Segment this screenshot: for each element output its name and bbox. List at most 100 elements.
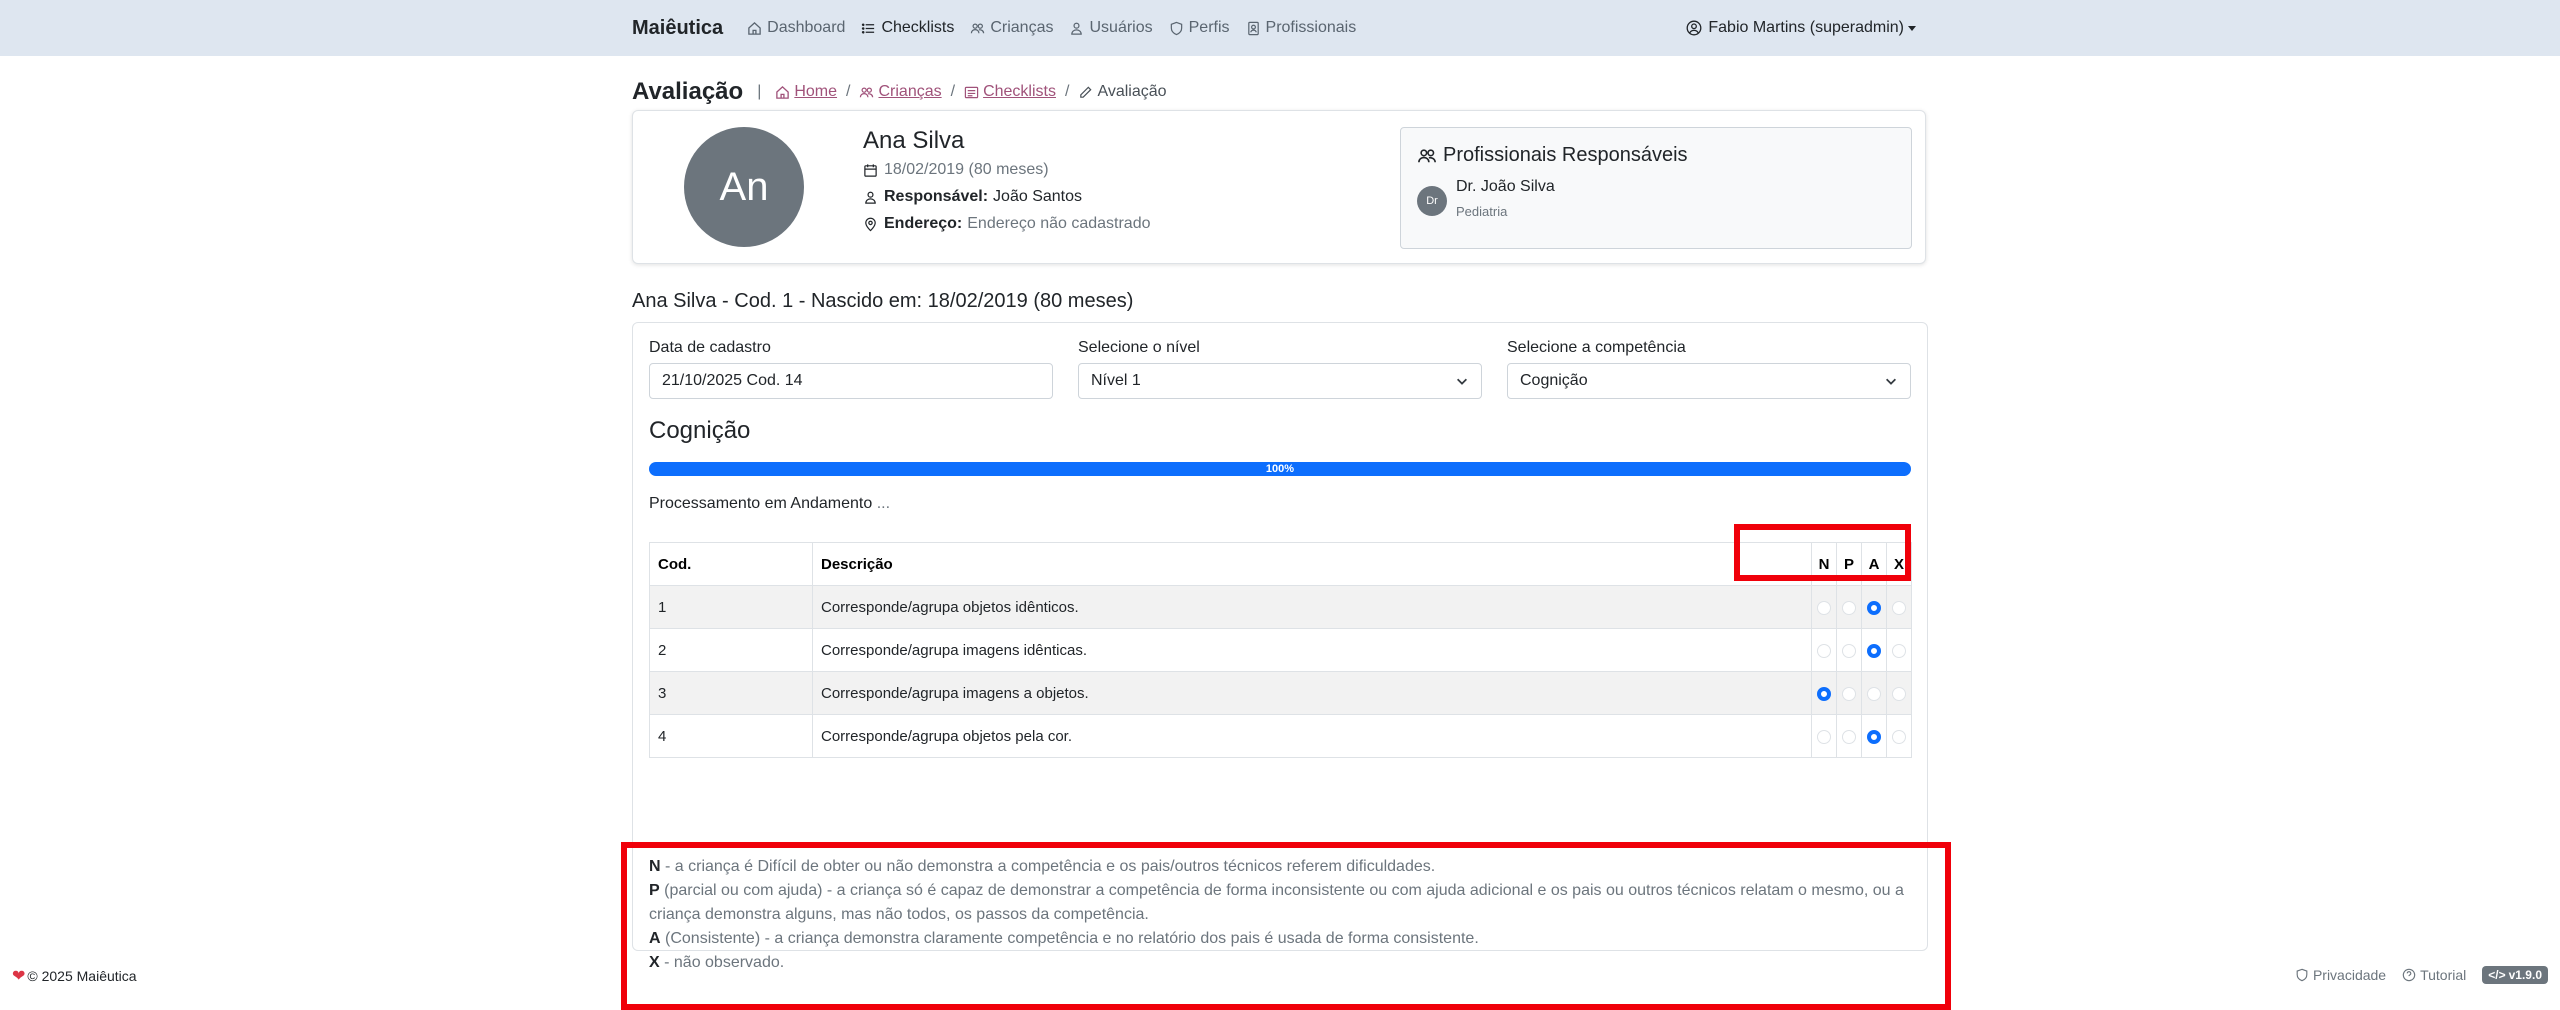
privacy-label: Privacidade bbox=[2312, 967, 2387, 983]
breadcrumb-separator: / bbox=[950, 83, 956, 100]
shield-icon bbox=[2296, 968, 2308, 982]
nav-item-usuarios[interactable]: Usuários bbox=[1069, 19, 1153, 37]
nav-item-label: Usuários bbox=[1089, 19, 1153, 36]
row-cod: 4 bbox=[649, 714, 813, 758]
responsible-value: João Santos bbox=[993, 188, 1082, 205]
child-profile-card: An Ana Silva 18/02/2019 (80 meses) Respo… bbox=[632, 110, 1926, 264]
breadcrumb-current-label: Avaliação bbox=[1097, 83, 1167, 100]
nav-item-label: Profissionais bbox=[1265, 19, 1357, 36]
title-separator: | bbox=[757, 83, 762, 100]
table-row: 1 Corresponde/agrupa objetos idênticos. bbox=[649, 585, 1912, 629]
user-menu-dropdown[interactable]: Fabio Martins (superadmin) bbox=[1686, 19, 1916, 37]
address-label: Endereço: bbox=[884, 215, 963, 232]
date-field[interactable]: 21/10/2025 Cod. 14 bbox=[649, 363, 1053, 399]
child-name: Ana Silva bbox=[863, 127, 965, 154]
table-row: 4 Corresponde/agrupa objetos pela cor. bbox=[649, 714, 1912, 758]
breadcrumb-home[interactable]: Home bbox=[775, 83, 837, 101]
table-header-row: Cod. Descrição N P A X bbox=[649, 542, 1912, 586]
record-title: Ana Silva - Cod. 1 - Nascido em: 18/02/2… bbox=[632, 290, 1134, 312]
professional-specialty: Pediatria bbox=[1456, 204, 1508, 219]
user-circle-icon bbox=[1686, 20, 1702, 36]
navbar-inner: Maiêutica Dashboard Checklists Crianças … bbox=[632, 0, 1916, 56]
avatar: Dr bbox=[1417, 186, 1447, 216]
person-icon bbox=[1071, 22, 1083, 35]
processing-text: Processamento em Andamento bbox=[649, 495, 873, 512]
checklist-table: Cod. Descrição N P A X 1 Corresponde/agr… bbox=[649, 542, 1912, 758]
level-value: Nível 1 bbox=[1091, 372, 1141, 389]
chevron-down-icon bbox=[1457, 378, 1467, 385]
footer-right: Privacidade Tutorial </> v1.9.0 bbox=[2295, 966, 2548, 984]
nav-item-perfis[interactable]: Perfis bbox=[1169, 19, 1230, 37]
nav-item-profissionais[interactable]: Profissionais bbox=[1246, 19, 1357, 37]
radio-x[interactable] bbox=[1892, 686, 1906, 701]
pencil-icon bbox=[1080, 85, 1092, 98]
home-icon bbox=[776, 85, 790, 99]
radio-p[interactable] bbox=[1842, 686, 1856, 701]
table-row: 3 Corresponde/agrupa imagens a objetos. bbox=[649, 671, 1912, 715]
radio-n[interactable] bbox=[1817, 643, 1831, 658]
radio-x[interactable] bbox=[1892, 729, 1906, 744]
radio-p[interactable] bbox=[1842, 600, 1856, 615]
page-title: Avaliação bbox=[632, 78, 744, 105]
row-desc: Corresponde/agrupa objetos pela cor. bbox=[812, 714, 1812, 758]
question-circle-icon bbox=[2402, 968, 2416, 982]
date-label: Data de cadastro bbox=[649, 339, 771, 356]
level-label: Selecione o nível bbox=[1078, 339, 1200, 356]
address-value: Endereço não cadastrado bbox=[967, 215, 1151, 232]
competence-select[interactable]: Cognição bbox=[1507, 363, 1911, 399]
checklist-body: 1 Corresponde/agrupa objetos idênticos. … bbox=[649, 585, 1912, 758]
radio-n[interactable] bbox=[1817, 600, 1831, 615]
code-icon: </> bbox=[2488, 968, 2506, 982]
privacy-link[interactable]: Privacidade bbox=[2295, 967, 2386, 983]
row-desc: Corresponde/agrupa imagens idênticas. bbox=[812, 628, 1812, 672]
breadcrumb-criancas[interactable]: Crianças bbox=[859, 83, 942, 101]
professionals-title-label: Profissionais Responsáveis bbox=[1443, 144, 1688, 166]
competence-value: Cognição bbox=[1520, 372, 1588, 389]
breadcrumb-checklists[interactable]: Checklists bbox=[964, 83, 1056, 101]
tutorial-link[interactable]: Tutorial bbox=[2402, 967, 2466, 983]
breadcrumb-separator: / bbox=[1064, 83, 1070, 100]
people-icon bbox=[860, 86, 874, 97]
responsible-label: Responsável: bbox=[884, 188, 989, 205]
table-row: 2 Corresponde/agrupa imagens idênticas. bbox=[649, 628, 1912, 672]
level-field-group: Selecione o nível Nível 1 bbox=[1078, 339, 1482, 399]
radio-n[interactable] bbox=[1817, 686, 1831, 701]
birth-date: 18/02/2019 (80 meses) bbox=[884, 161, 1049, 178]
processing-status: Processamento em Andamento ... bbox=[649, 495, 890, 513]
professionals-title: Profissionais Responsáveis bbox=[1417, 144, 1688, 167]
radio-a[interactable] bbox=[1867, 686, 1881, 701]
location-pin-icon bbox=[865, 217, 876, 231]
brand-logo[interactable]: Maiêutica bbox=[632, 17, 723, 40]
copyright: © 2025 Maiêutica bbox=[27, 968, 137, 984]
birth-date-line: 18/02/2019 (80 meses) bbox=[863, 161, 1151, 179]
radio-x[interactable] bbox=[1892, 643, 1906, 658]
badge-icon bbox=[1247, 21, 1259, 35]
nav-item-dashboard[interactable]: Dashboard bbox=[747, 19, 845, 37]
row-cod: 3 bbox=[649, 671, 813, 715]
person-icon bbox=[865, 191, 876, 204]
breadcrumb-separator: / bbox=[846, 83, 851, 100]
top-navbar: Maiêutica Dashboard Checklists Crianças … bbox=[0, 0, 2560, 56]
date-field-group: Data de cadastro 21/10/2025 Cod. 14 bbox=[649, 339, 1053, 399]
level-select[interactable]: Nível 1 bbox=[1078, 363, 1482, 399]
list-icon bbox=[862, 22, 875, 34]
competence-label: Selecione a competência bbox=[1507, 339, 1686, 356]
row-cod: 1 bbox=[649, 585, 813, 629]
radio-a[interactable] bbox=[1867, 729, 1881, 744]
header-descricao: Descrição bbox=[812, 542, 1812, 586]
chevron-down-icon bbox=[1908, 25, 1916, 31]
page-header: Avaliação | Home / Crianças / Checklists… bbox=[632, 72, 1167, 112]
radio-p[interactable] bbox=[1842, 643, 1856, 658]
nav-item-label: Crianças bbox=[990, 19, 1054, 36]
radio-x[interactable] bbox=[1892, 600, 1906, 615]
nav-item-criancas[interactable]: Crianças bbox=[970, 19, 1053, 37]
radio-a[interactable] bbox=[1867, 600, 1881, 615]
radio-p[interactable] bbox=[1842, 729, 1856, 744]
nav-item-checklists[interactable]: Checklists bbox=[861, 19, 954, 37]
radio-a[interactable] bbox=[1867, 643, 1881, 658]
footer-left: ❤ © 2025 Maiêutica bbox=[12, 966, 137, 986]
footer: ❤ © 2025 Maiêutica Privacidade Tutorial … bbox=[0, 966, 2560, 990]
radio-n[interactable] bbox=[1817, 729, 1831, 744]
calendar-icon bbox=[864, 163, 877, 177]
address-line: Endereço: Endereço não cadastrado bbox=[863, 215, 1151, 233]
